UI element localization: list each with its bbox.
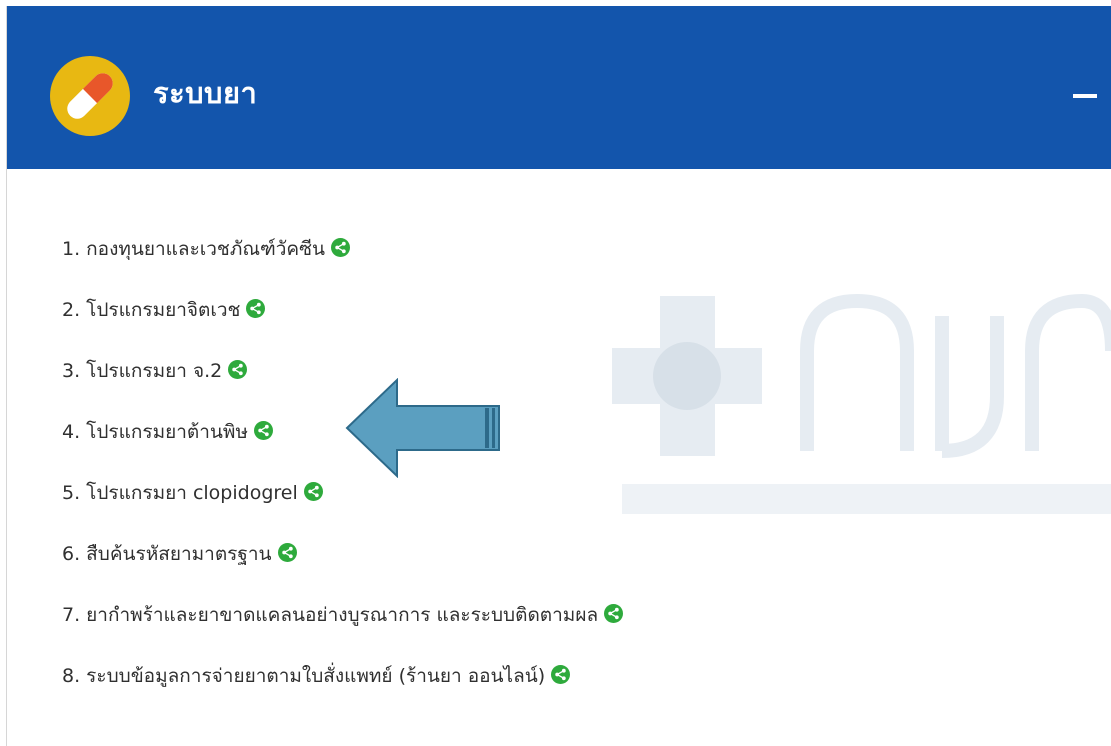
share-icon[interactable] [604, 604, 624, 623]
program-link[interactable]: 4. โปรแกรมยาต้านพิษ [62, 421, 248, 443]
capsule-pill-icon [50, 56, 130, 136]
share-icon[interactable] [253, 421, 273, 440]
list-item: 6. สืบค้นรหัสยามาตรฐาน [62, 536, 623, 597]
collapse-button[interactable] [1067, 76, 1107, 116]
drug-system-panel: ระบบยา 1. กองทุนยาและเวชภัณฑ์วัคซีน 2. โ… [6, 6, 1111, 746]
watermark-logo [612, 293, 1111, 514]
share-icon[interactable] [331, 238, 351, 257]
left-arrow-annotation-icon [345, 378, 500, 478]
program-link[interactable]: 7. ยากำพร้าและยาขาดแคลนอย่างบูรณาการ และ… [62, 604, 598, 626]
list-item: 3. โปรแกรมยา จ.2 [62, 353, 623, 414]
program-link[interactable]: 3. โปรแกรมยา จ.2 [62, 360, 222, 382]
panel-header: ระบบยา [7, 6, 1111, 169]
program-link[interactable]: 2. โปรแกรมยาจิตเวช [62, 299, 240, 321]
list-item: 1. กองทุนยาและเวชภัณฑ์วัคซีน [62, 231, 623, 292]
program-link[interactable]: 8. ระบบข้อมูลการจ่ายยาตามใบสั่งแพทย์ (ร้… [62, 665, 545, 687]
share-icon[interactable] [277, 543, 297, 562]
minus-icon [1073, 94, 1097, 98]
program-link[interactable]: 6. สืบค้นรหัสยามาตรฐาน [62, 543, 272, 565]
program-link[interactable]: 5. โปรแกรมยา clopidogrel [62, 482, 298, 504]
list-item: 7. ยากำพร้าและยาขาดแคลนอย่างบูรณาการ และ… [62, 597, 624, 658]
share-icon[interactable] [228, 360, 248, 379]
share-icon[interactable] [551, 665, 571, 684]
program-link[interactable]: 1. กองทุนยาและเวชภัณฑ์วัคซีน [62, 238, 325, 260]
list-item: 8. ระบบข้อมูลการจ่ายยาตามใบสั่งแพทย์ (ร้… [62, 658, 623, 719]
list-item: 2. โปรแกรมยาจิตเวช [62, 292, 623, 353]
list-item: 5. โปรแกรมยา clopidogrel [62, 475, 623, 536]
panel-title: ระบบยา [153, 76, 258, 110]
program-link-list: 1. กองทุนยาและเวชภัณฑ์วัคซีน 2. โปรแกรมย… [62, 231, 624, 719]
share-icon[interactable] [246, 299, 266, 318]
share-icon[interactable] [303, 482, 323, 501]
list-item: 4. โปรแกรมยาต้านพิษ [62, 414, 623, 475]
